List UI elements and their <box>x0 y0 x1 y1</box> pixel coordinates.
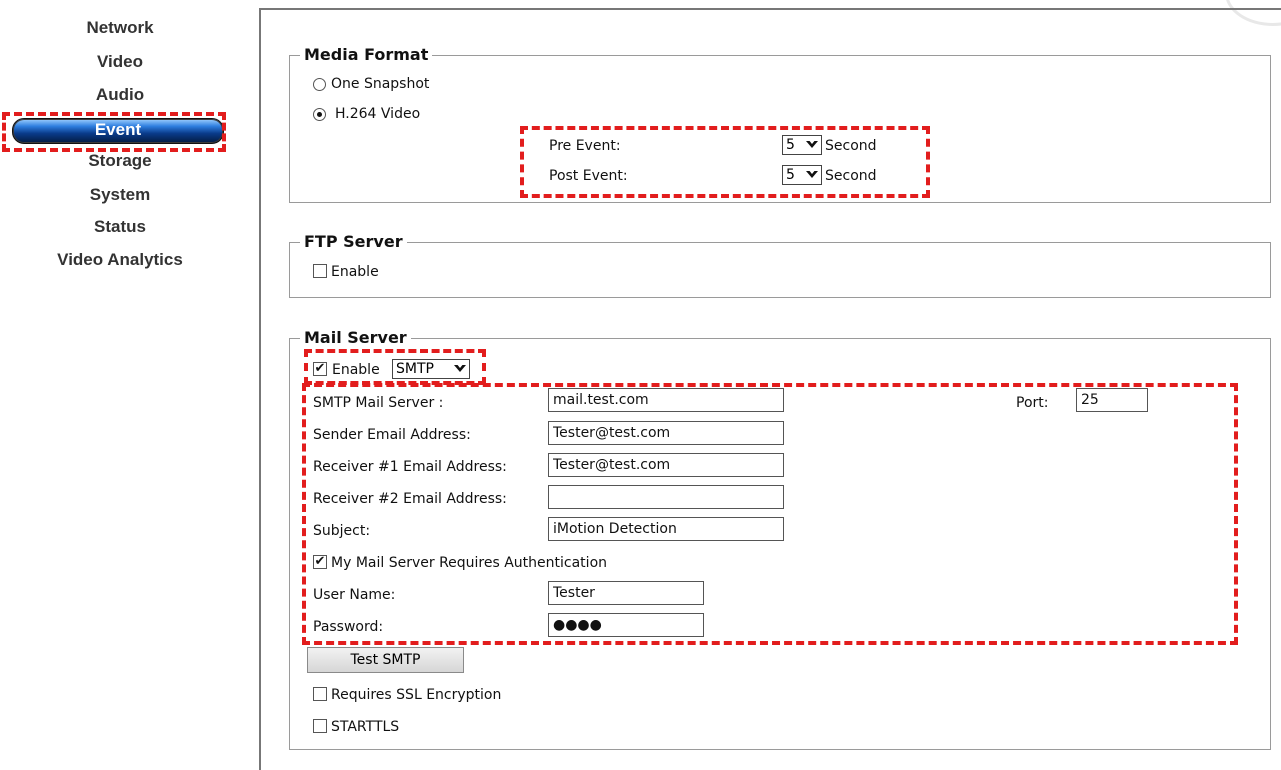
media-format-legend: Media Format <box>300 45 433 64</box>
test-smtp-button[interactable]: Test SMTP <box>307 647 464 673</box>
radio-h264-video[interactable] <box>313 108 326 121</box>
starttls-label: STARTTLS <box>331 719 400 735</box>
ftp-server-legend: FTP Server <box>300 232 407 251</box>
ftp-enable-label: Enable <box>331 264 379 280</box>
highlight-event-duration <box>520 126 930 198</box>
radio-one-snapshot[interactable] <box>313 78 326 91</box>
sidebar-item-video[interactable]: Video <box>0 52 240 72</box>
starttls-checkbox[interactable] <box>313 719 327 733</box>
sidebar-item-status[interactable]: Status <box>0 217 240 237</box>
highlight-mail-enable <box>304 349 486 385</box>
highlight-event-nav <box>2 112 226 152</box>
sidebar-item-storage[interactable]: Storage <box>0 151 240 171</box>
ftp-server-section <box>289 242 1271 298</box>
highlight-mail-settings <box>302 383 1238 645</box>
sidebar-item-system[interactable]: System <box>0 185 240 205</box>
ftp-enable-checkbox[interactable] <box>313 264 327 278</box>
sidebar-item-audio[interactable]: Audio <box>0 85 240 105</box>
sidebar-item-video-analytics[interactable]: Video Analytics <box>0 250 240 270</box>
radio-h264-video-label: H.264 Video <box>335 106 421 122</box>
ssl-checkbox[interactable] <box>313 687 327 701</box>
radio-one-snapshot-label: One Snapshot <box>331 76 430 92</box>
sidebar-item-network[interactable]: Network <box>0 18 240 38</box>
mail-server-legend: Mail Server <box>300 328 411 347</box>
ssl-label: Requires SSL Encryption <box>331 687 502 703</box>
